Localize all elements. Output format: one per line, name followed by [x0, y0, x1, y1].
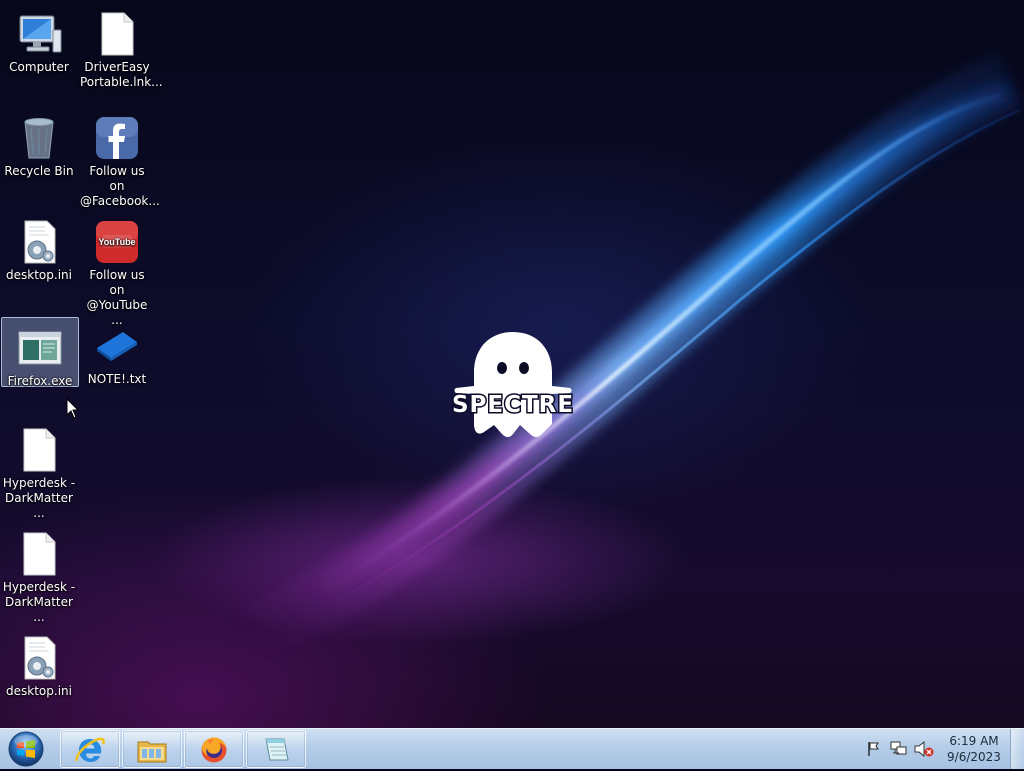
- icon-label: Hyperdesk - DarkMatter ...: [2, 580, 76, 624]
- flag-icon[interactable]: [866, 741, 882, 757]
- icon-label: DriverEasy Portable.lnk...: [80, 60, 163, 89]
- clock-time: 6:19 AM: [949, 734, 999, 748]
- taskbar-internet-explorer[interactable]: [60, 730, 120, 768]
- start-button[interactable]: [4, 730, 48, 768]
- show-desktop-button[interactable]: [1010, 729, 1024, 769]
- config-file-icon: [24, 636, 56, 680]
- internet-explorer-icon: [75, 737, 105, 762]
- svg-text:YouTube: YouTube: [98, 237, 135, 247]
- volume-muted-icon[interactable]: [914, 741, 934, 757]
- taskbar-clock[interactable]: 6:19 AM 9/6/2023: [944, 733, 1004, 765]
- icon-label: Recycle Bin: [4, 164, 74, 178]
- folder-icon: [137, 741, 167, 763]
- desktop-icon-hyperdesk-1[interactable]: Hyperdesk - DarkMatter ...: [0, 420, 78, 521]
- taskbar-notepad[interactable]: [246, 730, 306, 768]
- exe-window-icon: [18, 331, 62, 365]
- computer-icon: [19, 15, 62, 53]
- facebook-icon: [96, 117, 138, 159]
- icon-label: desktop.ini: [6, 268, 72, 282]
- mouse-cursor: [66, 398, 80, 419]
- desktop-icon-note-txt[interactable]: NOTE!.txt: [78, 316, 156, 387]
- desktop-icon-hyperdesk-2[interactable]: Hyperdesk - DarkMatter ...: [0, 524, 78, 625]
- windows-logo-icon: [8, 731, 44, 767]
- icon-label: Computer: [9, 60, 69, 74]
- desktop-icon-desktop-ini-2[interactable]: desktop.ini: [0, 628, 78, 699]
- blank-file-icon: [23, 532, 56, 576]
- wallpaper-logo-text: SPECTRE: [452, 392, 574, 418]
- icon-label: Firefox.exe: [7, 374, 73, 388]
- desktop-icon-computer[interactable]: Computer: [0, 4, 78, 75]
- icon-label: NOTE!.txt: [87, 372, 147, 386]
- desktop-icon-youtube[interactable]: YouTube Follow us on @YouTube ...: [78, 212, 156, 328]
- desktop-icon-facebook[interactable]: Follow us on @Facebook...: [78, 108, 160, 209]
- note-icon: [97, 332, 137, 361]
- spectre-ghost-logo: SPECTRE: [450, 332, 575, 437]
- desktop-icon-firefox-exe[interactable]: Firefox.exe: [1, 317, 79, 388]
- desktop-icon-drivereasy[interactable]: DriverEasy Portable.lnk...: [78, 4, 163, 90]
- icon-label: Hyperdesk - DarkMatter ...: [2, 476, 76, 520]
- icon-label: Follow us on @Facebook...: [80, 164, 160, 208]
- taskbar-file-explorer[interactable]: [122, 730, 182, 768]
- config-file-icon: [24, 220, 56, 264]
- desktop[interactable]: Computer DriverEasy Portable.lnk... Recy…: [0, 0, 1024, 728]
- recycle-bin-icon: [24, 118, 54, 159]
- notepad-icon: [265, 738, 289, 761]
- taskbar: 6:19 AM 9/6/2023: [0, 728, 1024, 769]
- network-icon[interactable]: [890, 741, 908, 757]
- youtube-icon: YouTube: [96, 221, 138, 263]
- clock-date: 9/6/2023: [947, 750, 1001, 764]
- desktop-icon-recycle-bin[interactable]: Recycle Bin: [0, 108, 78, 179]
- firefox-icon: [201, 737, 227, 763]
- blank-file-icon: [23, 428, 56, 472]
- blank-file-icon: [101, 12, 134, 56]
- desktop-icon-desktop-ini-1[interactable]: desktop.ini: [0, 212, 78, 283]
- icon-label: desktop.ini: [6, 684, 72, 698]
- taskbar-firefox[interactable]: [184, 730, 244, 768]
